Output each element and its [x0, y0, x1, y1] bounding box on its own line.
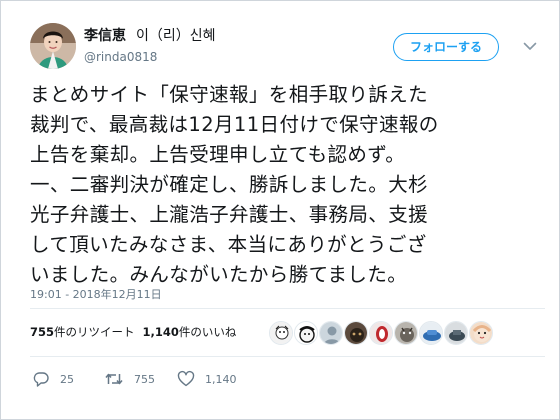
display-name-alt: 이（리）신혜 [136, 28, 216, 44]
liker-avatar[interactable] [344, 321, 368, 345]
tweet-timestamp[interactable]: 19:01 - 2018年12月11日 [30, 286, 162, 302]
retweet-icon [105, 373, 123, 385]
liker-avatar[interactable] [369, 321, 393, 345]
reply-count: 25 [60, 372, 74, 386]
retweets-label: 件のリツイート [54, 325, 135, 339]
liker-avatar[interactable] [394, 321, 418, 345]
user-avatar[interactable] [30, 23, 76, 69]
liker-avatar[interactable] [294, 321, 318, 345]
display-name-text[interactable]: 李信恵 [84, 28, 126, 44]
tweet-text-line: して頂いたみなさま、本当にありがとうござ [30, 233, 427, 256]
tweet-text-line: 裁判で、最高裁は12月11日付けで保守速報の [30, 113, 439, 136]
divider [30, 308, 545, 309]
tweet-text-line: 光子弁護士、上瀧浩子弁護士、事務局、支援 [30, 203, 429, 226]
tweet-text-line: まとめサイト「保守速報」を相手取り訴えた [30, 83, 429, 106]
likes-count: 1,140 [142, 325, 179, 339]
reply-button[interactable]: 25 [32, 369, 74, 389]
liker-avatar[interactable] [269, 321, 293, 345]
retweet-count: 755 [134, 372, 155, 386]
tweet-text-line: 上告を棄却。上告受理申し立ても認めず。 [30, 143, 406, 166]
likes-label: 件のいいね [178, 325, 237, 339]
user-name-block: 李信恵 이（리）신혜 @rinda0818 [84, 25, 216, 64]
more-options-button[interactable] [521, 37, 539, 55]
tweet-text: まとめサイト「保守速報」を相手取り訴えた 裁判で、最高裁は12月11日付けで保守… [30, 80, 542, 290]
liker-avatar[interactable] [419, 321, 443, 345]
avatar-image [30, 23, 76, 69]
follow-button[interactable]: フォローする [392, 33, 499, 61]
divider [30, 356, 545, 357]
liker-avatar[interactable] [444, 321, 468, 345]
display-name[interactable]: 李信恵 이（리）신혜 [84, 25, 216, 45]
tweet-stats: 755件のリツイート 1,140件のいいね [30, 324, 236, 340]
user-handle[interactable]: @rinda0818 [84, 50, 216, 64]
tweet-card: 李信恵 이（리）신혜 @rinda0818 フォローする まとめサイト「保守速報」… [0, 0, 560, 420]
heart-icon [177, 370, 195, 387]
retweet-button[interactable]: 755 [104, 369, 155, 389]
likes-stat[interactable]: 1,140件のいいね [143, 325, 237, 339]
retweets-count: 755 [30, 325, 55, 339]
retweets-stat[interactable]: 755件のリツイート [30, 325, 135, 339]
like-button[interactable]: 1,140 [177, 369, 237, 389]
tweet-header: 李信恵 이（리）신혜 @rinda0818 フォローする [30, 23, 545, 73]
liker-avatar[interactable] [319, 321, 343, 345]
chevron-down-icon [523, 42, 537, 50]
like-count: 1,140 [205, 372, 237, 386]
reply-icon [33, 372, 49, 387]
liker-avatar[interactable] [469, 321, 493, 345]
tweet-text-line: 一、二審判決が確定し、勝訴しました。大杉 [30, 173, 429, 196]
